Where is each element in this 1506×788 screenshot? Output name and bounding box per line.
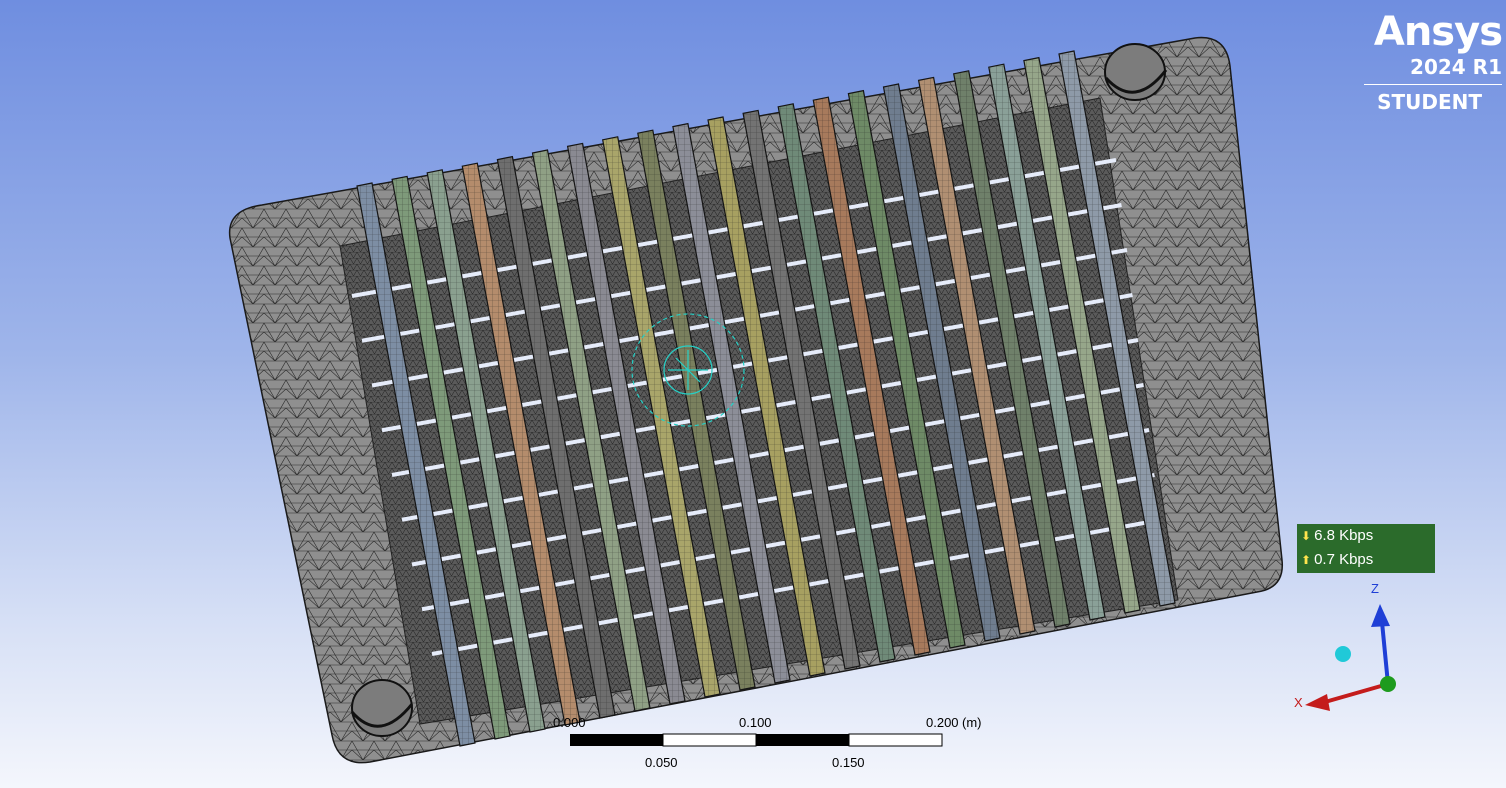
scale-bar <box>570 733 943 747</box>
download-speed-value: 6.8 Kbps <box>1314 527 1374 544</box>
scale-label-150: 0.150 <box>832 755 865 770</box>
mounting-hole-bottom-left <box>350 679 414 737</box>
coordinate-triad <box>1305 604 1396 711</box>
z-axis-arrow <box>1380 621 1390 685</box>
scale-label-100: 0.100 <box>739 715 772 730</box>
upload-speed: ⬆ 0.7 Kbps <box>1297 548 1435 572</box>
graphics-viewport[interactable]: Ansys 2024 R1 STUDENT ⬇ 6.8 Kbps ⬆ 0.7 Kbp… <box>0 0 1506 788</box>
logo-divider <box>1364 84 1502 85</box>
iso-view-dot <box>1335 646 1351 662</box>
ansys-logo: Ansys 2024 R1 STUDENT <box>1362 9 1503 114</box>
logo-edition: STUDENT <box>1377 90 1482 114</box>
logo-version: 2024 R1 <box>1410 55 1502 79</box>
scale-label-200: 0.200 <box>926 715 959 730</box>
download-speed: ⬇ 6.8 Kbps <box>1297 524 1435 548</box>
y-axis-dot <box>1380 676 1396 692</box>
network-speed-widget: ⬇ 6.8 Kbps ⬆ 0.7 Kbps <box>1297 524 1435 573</box>
triad-x-label: X <box>1294 695 1303 710</box>
arrow-down-icon: ⬇ <box>1301 529 1312 543</box>
x-axis-arrow <box>1324 682 1389 704</box>
arrow-up-icon: ⬆ <box>1301 553 1312 567</box>
triad-z-label: Z <box>1371 581 1379 596</box>
scale-label-050: 0.050 <box>645 755 678 770</box>
logo-brand: Ansys <box>1373 9 1503 55</box>
upload-speed-value: 0.7 Kbps <box>1314 551 1374 568</box>
mounting-hole-top-right <box>1104 43 1168 101</box>
scale-label-0: 0.000 <box>553 715 586 730</box>
heatsink-mesh-model[interactable] <box>0 0 1506 788</box>
scale-unit: (m) <box>962 715 982 730</box>
